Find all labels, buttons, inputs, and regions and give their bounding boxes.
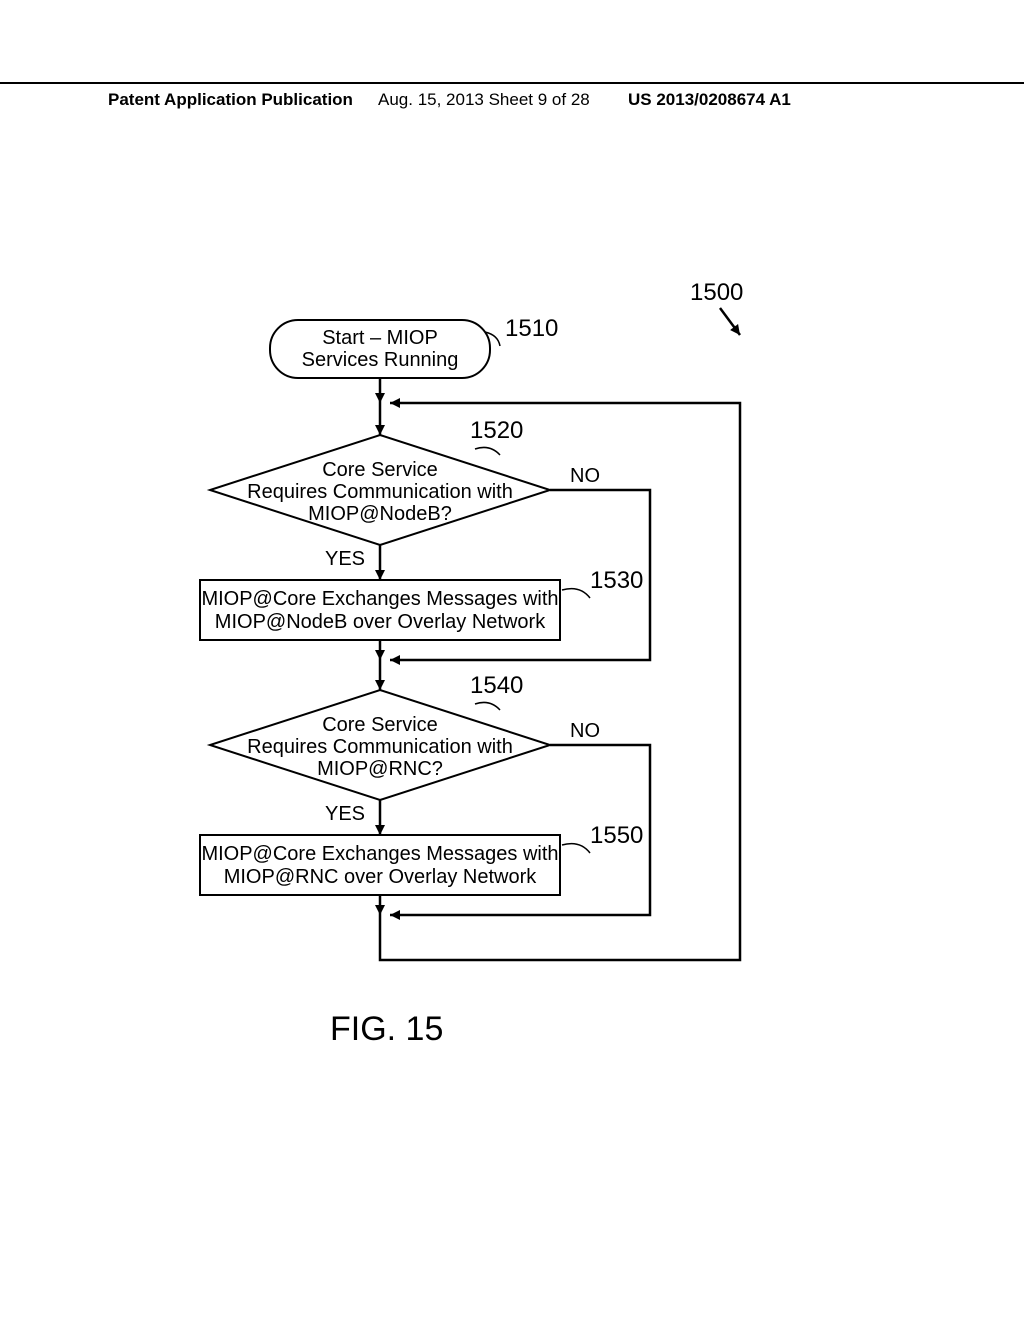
start-text-l2: Services Running <box>302 349 459 371</box>
ref-1510: 1510 <box>505 315 558 342</box>
d1-l3: MIOP@NodeB? <box>308 503 452 525</box>
p2-l2: MIOP@RNC over Overlay Network <box>224 866 538 888</box>
ref-1550: 1550 <box>590 822 643 849</box>
d2-l2: Requires Communication with <box>247 736 513 758</box>
p1-l2: MIOP@NodeB over Overlay Network <box>215 611 546 633</box>
ref-1500: 1500 <box>690 279 743 306</box>
d1-yes: YES <box>325 548 365 570</box>
d2-l3: MIOP@RNC? <box>317 758 443 780</box>
p2-l1: MIOP@Core Exchanges Messages with <box>201 843 558 865</box>
header-right: US 2013/0208674 A1 <box>628 90 791 110</box>
start-text-l1: Start – MIOP <box>322 327 438 349</box>
d1-l2: Requires Communication with <box>247 481 513 503</box>
ref-1530: 1530 <box>590 567 643 594</box>
flowchart: Start – MIOP Services Running 1510 1500 … <box>100 260 880 990</box>
d2-no: NO <box>570 720 600 742</box>
header-mid: Aug. 15, 2013 Sheet 9 of 28 <box>378 90 590 110</box>
ref-1540: 1540 <box>470 672 523 699</box>
ref-1520: 1520 <box>470 417 523 444</box>
d2-yes: YES <box>325 803 365 825</box>
d1-no: NO <box>570 465 600 487</box>
p1-l1: MIOP@Core Exchanges Messages with <box>201 588 558 610</box>
header-left: Patent Application Publication <box>108 90 353 110</box>
d1-l1: Core Service <box>322 459 438 481</box>
d2-l1: Core Service <box>322 714 438 736</box>
figure-caption: FIG. 15 <box>330 1010 443 1049</box>
